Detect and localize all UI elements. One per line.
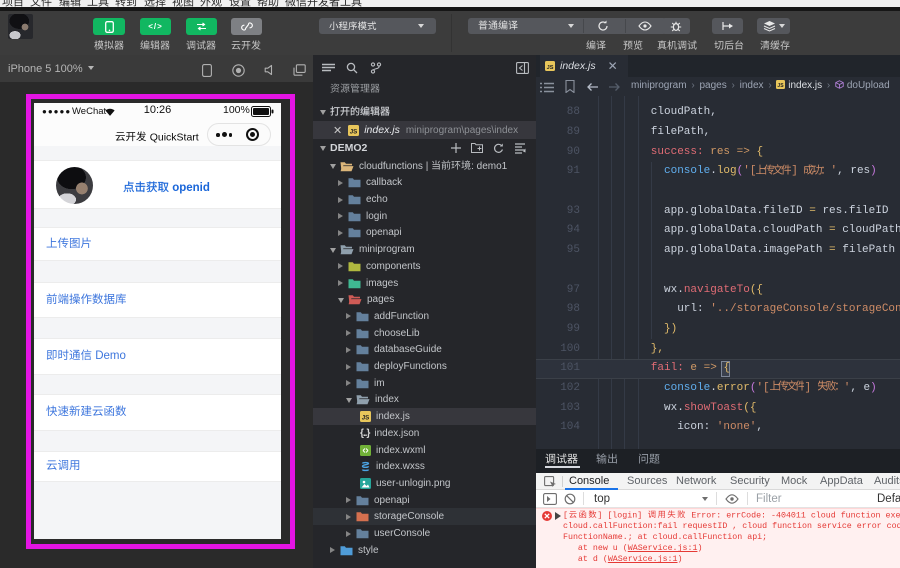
svg-text:JS: JS (362, 415, 370, 422)
svg-text:JS: JS (778, 83, 785, 89)
svg-text:JS: JS (350, 128, 358, 135)
svg-text:JS: JS (547, 65, 554, 71)
